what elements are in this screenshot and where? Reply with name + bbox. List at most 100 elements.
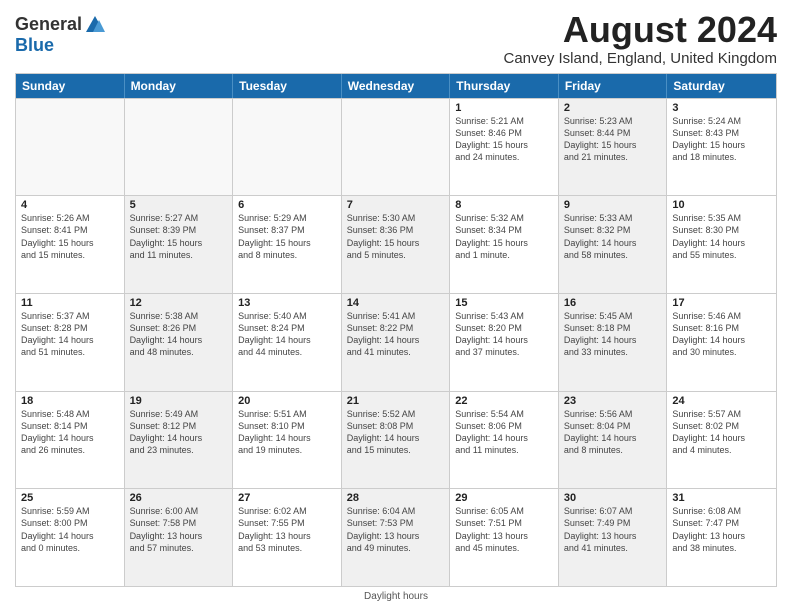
cal-cell: 12Sunrise: 5:38 AM Sunset: 8:26 PM Dayli… xyxy=(125,294,234,391)
day-number: 13 xyxy=(238,297,336,309)
cell-info: Sunrise: 5:54 AM Sunset: 8:06 PM Dayligh… xyxy=(455,408,553,457)
cell-info: Sunrise: 5:38 AM Sunset: 8:26 PM Dayligh… xyxy=(130,310,228,359)
cal-cell: 3Sunrise: 5:24 AM Sunset: 8:43 PM Daylig… xyxy=(667,99,776,196)
logo: General Blue xyxy=(15,14,106,56)
day-number: 24 xyxy=(672,395,771,407)
cell-info: Sunrise: 5:48 AM Sunset: 8:14 PM Dayligh… xyxy=(21,408,119,457)
cal-cell: 16Sunrise: 5:45 AM Sunset: 8:18 PM Dayli… xyxy=(559,294,668,391)
day-number: 17 xyxy=(672,297,771,309)
day-number: 1 xyxy=(455,102,553,114)
logo-blue: Blue xyxy=(15,36,106,56)
cal-cell: 25Sunrise: 5:59 AM Sunset: 8:00 PM Dayli… xyxy=(16,489,125,586)
cell-info: Sunrise: 5:35 AM Sunset: 8:30 PM Dayligh… xyxy=(672,212,771,261)
day-number: 5 xyxy=(130,199,228,211)
cal-cell: 30Sunrise: 6:07 AM Sunset: 7:49 PM Dayli… xyxy=(559,489,668,586)
cal-cell: 29Sunrise: 6:05 AM Sunset: 7:51 PM Dayli… xyxy=(450,489,559,586)
calendar-row-3: 18Sunrise: 5:48 AM Sunset: 8:14 PM Dayli… xyxy=(16,391,776,489)
day-number: 21 xyxy=(347,395,445,407)
cell-info: Sunrise: 5:33 AM Sunset: 8:32 PM Dayligh… xyxy=(564,212,662,261)
day-number: 27 xyxy=(238,492,336,504)
cal-cell: 13Sunrise: 5:40 AM Sunset: 8:24 PM Dayli… xyxy=(233,294,342,391)
day-number: 30 xyxy=(564,492,662,504)
logo-general: General xyxy=(15,15,82,35)
cell-info: Sunrise: 5:51 AM Sunset: 8:10 PM Dayligh… xyxy=(238,408,336,457)
page: General Blue August 2024 Canvey Island, … xyxy=(0,0,792,612)
cell-info: Sunrise: 6:00 AM Sunset: 7:58 PM Dayligh… xyxy=(130,505,228,554)
cal-cell: 20Sunrise: 5:51 AM Sunset: 8:10 PM Dayli… xyxy=(233,392,342,489)
cal-cell: 4Sunrise: 5:26 AM Sunset: 8:41 PM Daylig… xyxy=(16,196,125,293)
cell-info: Sunrise: 6:07 AM Sunset: 7:49 PM Dayligh… xyxy=(564,505,662,554)
cell-info: Sunrise: 5:29 AM Sunset: 8:37 PM Dayligh… xyxy=(238,212,336,261)
logo-icon xyxy=(84,14,106,36)
day-number: 15 xyxy=(455,297,553,309)
day-number: 14 xyxy=(347,297,445,309)
header-cell-monday: Monday xyxy=(125,74,234,98)
calendar-row-0: 1Sunrise: 5:21 AM Sunset: 8:46 PM Daylig… xyxy=(16,98,776,196)
cell-info: Sunrise: 6:08 AM Sunset: 7:47 PM Dayligh… xyxy=(672,505,771,554)
day-number: 28 xyxy=(347,492,445,504)
cal-cell xyxy=(233,99,342,196)
calendar-header: SundayMondayTuesdayWednesdayThursdayFrid… xyxy=(16,74,776,98)
day-number: 31 xyxy=(672,492,771,504)
cell-info: Sunrise: 5:21 AM Sunset: 8:46 PM Dayligh… xyxy=(455,115,553,164)
cell-info: Sunrise: 5:27 AM Sunset: 8:39 PM Dayligh… xyxy=(130,212,228,261)
cell-info: Sunrise: 6:05 AM Sunset: 7:51 PM Dayligh… xyxy=(455,505,553,554)
header-cell-wednesday: Wednesday xyxy=(342,74,451,98)
day-number: 20 xyxy=(238,395,336,407)
cell-info: Sunrise: 5:32 AM Sunset: 8:34 PM Dayligh… xyxy=(455,212,553,261)
day-number: 25 xyxy=(21,492,119,504)
cal-cell: 15Sunrise: 5:43 AM Sunset: 8:20 PM Dayli… xyxy=(450,294,559,391)
header-cell-friday: Friday xyxy=(559,74,668,98)
header-cell-thursday: Thursday xyxy=(450,74,559,98)
day-number: 19 xyxy=(130,395,228,407)
cal-cell: 23Sunrise: 5:56 AM Sunset: 8:04 PM Dayli… xyxy=(559,392,668,489)
calendar-row-1: 4Sunrise: 5:26 AM Sunset: 8:41 PM Daylig… xyxy=(16,195,776,293)
cal-cell: 6Sunrise: 5:29 AM Sunset: 8:37 PM Daylig… xyxy=(233,196,342,293)
cal-cell: 19Sunrise: 5:49 AM Sunset: 8:12 PM Dayli… xyxy=(125,392,234,489)
footer-note: Daylight hours xyxy=(15,591,777,602)
day-number: 7 xyxy=(347,199,445,211)
cal-cell: 8Sunrise: 5:32 AM Sunset: 8:34 PM Daylig… xyxy=(450,196,559,293)
cell-info: Sunrise: 5:24 AM Sunset: 8:43 PM Dayligh… xyxy=(672,115,771,164)
cal-cell: 11Sunrise: 5:37 AM Sunset: 8:28 PM Dayli… xyxy=(16,294,125,391)
cell-info: Sunrise: 5:56 AM Sunset: 8:04 PM Dayligh… xyxy=(564,408,662,457)
header-cell-saturday: Saturday xyxy=(667,74,776,98)
cell-info: Sunrise: 5:23 AM Sunset: 8:44 PM Dayligh… xyxy=(564,115,662,164)
cell-info: Sunrise: 5:41 AM Sunset: 8:22 PM Dayligh… xyxy=(347,310,445,359)
cal-cell: 9Sunrise: 5:33 AM Sunset: 8:32 PM Daylig… xyxy=(559,196,668,293)
title-block: August 2024 Canvey Island, England, Unit… xyxy=(503,10,777,67)
day-number: 18 xyxy=(21,395,119,407)
month-year: August 2024 xyxy=(503,10,777,50)
cal-cell: 2Sunrise: 5:23 AM Sunset: 8:44 PM Daylig… xyxy=(559,99,668,196)
cal-cell: 27Sunrise: 6:02 AM Sunset: 7:55 PM Dayli… xyxy=(233,489,342,586)
calendar-row-2: 11Sunrise: 5:37 AM Sunset: 8:28 PM Dayli… xyxy=(16,293,776,391)
cell-info: Sunrise: 5:57 AM Sunset: 8:02 PM Dayligh… xyxy=(672,408,771,457)
calendar-row-4: 25Sunrise: 5:59 AM Sunset: 8:00 PM Dayli… xyxy=(16,488,776,586)
day-number: 26 xyxy=(130,492,228,504)
header: General Blue August 2024 Canvey Island, … xyxy=(15,10,777,67)
cal-cell: 14Sunrise: 5:41 AM Sunset: 8:22 PM Dayli… xyxy=(342,294,451,391)
cell-info: Sunrise: 5:43 AM Sunset: 8:20 PM Dayligh… xyxy=(455,310,553,359)
cal-cell xyxy=(342,99,451,196)
cal-cell: 10Sunrise: 5:35 AM Sunset: 8:30 PM Dayli… xyxy=(667,196,776,293)
cell-info: Sunrise: 5:40 AM Sunset: 8:24 PM Dayligh… xyxy=(238,310,336,359)
cell-info: Sunrise: 5:52 AM Sunset: 8:08 PM Dayligh… xyxy=(347,408,445,457)
cal-cell: 21Sunrise: 5:52 AM Sunset: 8:08 PM Dayli… xyxy=(342,392,451,489)
cal-cell: 1Sunrise: 5:21 AM Sunset: 8:46 PM Daylig… xyxy=(450,99,559,196)
day-number: 16 xyxy=(564,297,662,309)
day-number: 6 xyxy=(238,199,336,211)
cal-cell: 24Sunrise: 5:57 AM Sunset: 8:02 PM Dayli… xyxy=(667,392,776,489)
header-cell-tuesday: Tuesday xyxy=(233,74,342,98)
cal-cell: 31Sunrise: 6:08 AM Sunset: 7:47 PM Dayli… xyxy=(667,489,776,586)
day-number: 10 xyxy=(672,199,771,211)
day-number: 11 xyxy=(21,297,119,309)
day-number: 23 xyxy=(564,395,662,407)
day-number: 3 xyxy=(672,102,771,114)
cal-cell xyxy=(16,99,125,196)
calendar: SundayMondayTuesdayWednesdayThursdayFrid… xyxy=(15,73,777,587)
cell-info: Sunrise: 5:46 AM Sunset: 8:16 PM Dayligh… xyxy=(672,310,771,359)
cal-cell: 28Sunrise: 6:04 AM Sunset: 7:53 PM Dayli… xyxy=(342,489,451,586)
cell-info: Sunrise: 5:49 AM Sunset: 8:12 PM Dayligh… xyxy=(130,408,228,457)
cal-cell: 17Sunrise: 5:46 AM Sunset: 8:16 PM Dayli… xyxy=(667,294,776,391)
cal-cell xyxy=(125,99,234,196)
